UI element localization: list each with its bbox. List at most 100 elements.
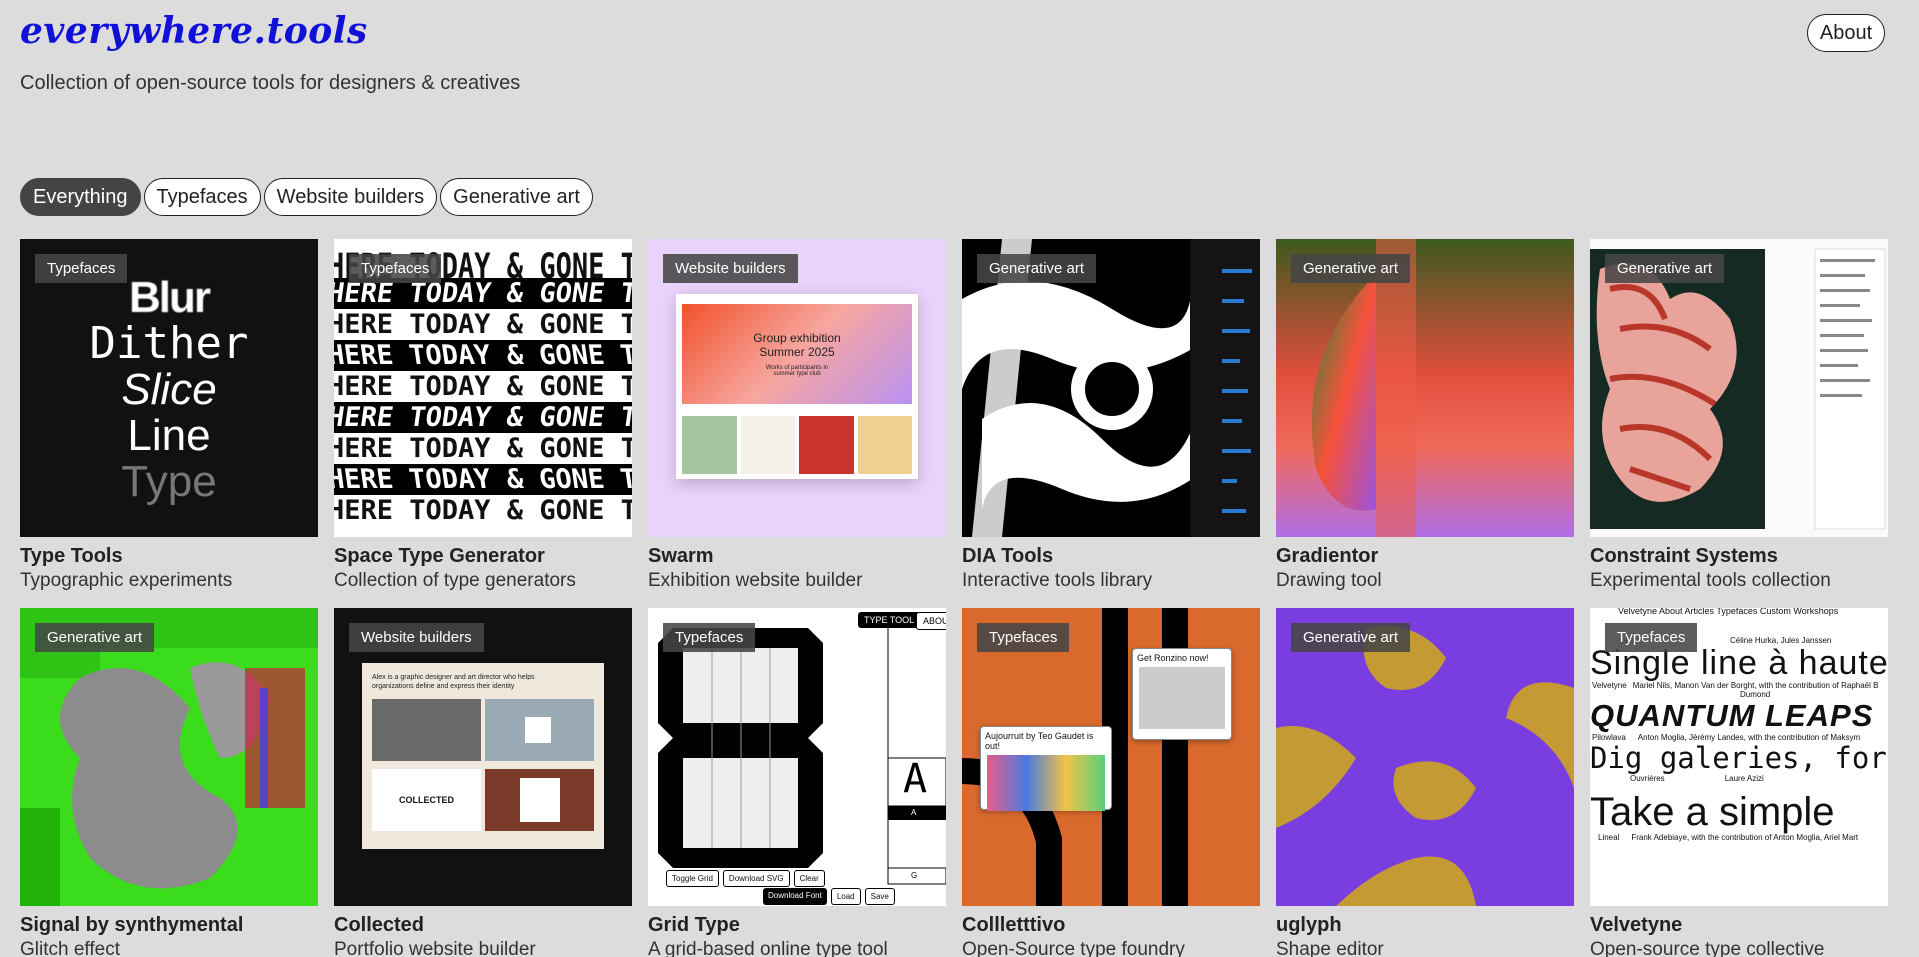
site-tagline: Collection of open-source tools for desi…	[20, 72, 521, 94]
card-thumbnail: Typefaces Get Ronzino now! Aujourruit by…	[962, 608, 1260, 906]
card-title: Velvetyne	[1590, 914, 1683, 936]
card-gradientor[interactable]: Generative art Gradientor Drawing tool	[1276, 239, 1574, 592]
grid-type-letter: A	[903, 756, 928, 802]
card-velvetyne[interactable]: Typefaces Velvetyne About Articles Typef…	[1590, 608, 1888, 957]
card-subtitle: Exhibition website builder	[648, 570, 863, 591]
category-badge: Typefaces	[349, 254, 442, 283]
card-uglyph[interactable]: Generative art uglyph Shape editor	[1276, 608, 1574, 957]
card-subtitle: Drawing tool	[1276, 570, 1382, 591]
uglyph-artwork	[1276, 608, 1574, 906]
card-thumbnail: Typefaces HERE TODAY & GONE TOMORROW HER…	[334, 239, 632, 537]
category-badge: Generative art	[35, 623, 155, 652]
toggle-grid-button[interactable]: Toggle Grid	[666, 870, 719, 887]
card-subtitle: Typographic experiments	[20, 570, 233, 591]
download-svg-button[interactable]: Download SVG	[722, 870, 790, 887]
card-grid-type[interactable]: Typefaces TYPE TOOL ABOUT A A G Toggle G…	[648, 608, 946, 957]
category-badge: Generative art	[1291, 254, 1411, 283]
swarm-preview: Group exhibition Summer 2025 Works of pa…	[676, 294, 918, 479]
save-button[interactable]: Save	[864, 888, 895, 905]
card-subtitle: Open-source type collective	[1590, 939, 1825, 957]
card-dia-tools[interactable]: Generative art DIA Tools Interactive too…	[962, 239, 1260, 592]
card-subtitle: Portfolio website builder	[334, 939, 536, 957]
card-title: uglyph	[1276, 914, 1342, 936]
card-thumbnail: Generative art	[20, 608, 318, 906]
card-title: Collected	[334, 914, 425, 936]
card-thumbnail: Generative art	[1276, 239, 1574, 537]
about-button[interactable]: About	[1807, 14, 1885, 52]
card-title: Grid Type	[648, 914, 740, 936]
category-badge: Generative art	[1291, 623, 1411, 652]
collected-intro: Alex is a graphic designer and art direc…	[372, 674, 535, 690]
colletttivo-note-ronzino[interactable]: Get Ronzino now!	[1132, 648, 1232, 740]
category-badge: Typefaces	[35, 254, 128, 283]
card-collected[interactable]: Website builders Alex is a graphic desig…	[334, 608, 632, 957]
download-font-button[interactable]: Download Font	[763, 888, 827, 905]
grid-type-artwork	[658, 628, 946, 885]
thumb-text-type: Type	[121, 457, 217, 506]
card-constraint-systems[interactable]: Generative art Constraint Systems Experi…	[1590, 239, 1888, 592]
filter-everything[interactable]: Everything	[20, 178, 141, 216]
category-badge: Generative art	[977, 254, 1097, 283]
tools-grid: Typefaces Blur Dither Slice Line Type Ty…	[20, 239, 1888, 957]
grid-type-tab-about[interactable]: ABOUT	[916, 612, 946, 630]
card-subtitle: Collection of type generators	[334, 570, 576, 591]
category-badge: Generative art	[1605, 254, 1725, 283]
grid-type-cell-g: G	[911, 871, 918, 880]
gradientor-artwork	[1311, 239, 1416, 537]
thumb-text-dither: Dither	[89, 318, 249, 369]
card-thumbnail: Generative art	[962, 239, 1260, 537]
card-title: Signal by synthymental	[20, 914, 244, 936]
card-type-tools[interactable]: Typefaces Blur Dither Slice Line Type Ty…	[20, 239, 318, 592]
card-space-type-generator[interactable]: Typefaces HERE TODAY & GONE TOMORROW HER…	[334, 239, 632, 592]
filter-website-builders[interactable]: Website builders	[263, 178, 438, 216]
card-title: Space Type Generator	[334, 545, 545, 567]
site-logo[interactable]: everywhere.tools	[20, 10, 368, 52]
filter-typefaces[interactable]: Typefaces	[143, 178, 261, 216]
card-title: DIA Tools	[962, 545, 1054, 567]
constraint-artwork	[1590, 248, 1886, 530]
space-type-lines: HERE TODAY & GONE TOMORROW HERE TODAY & …	[334, 247, 632, 526]
category-badge: Website builders	[663, 254, 798, 283]
swarm-subline: Works of participants in summer type clu…	[765, 365, 829, 377]
card-thumbnail: Typefaces TYPE TOOL ABOUT A A G Toggle G…	[648, 608, 946, 906]
card-thumbnail: Typefaces Blur Dither Slice Line Type	[20, 239, 318, 537]
card-thumbnail: Website builders Group exhibition Summer…	[648, 239, 946, 537]
card-subtitle: Glitch effect	[20, 939, 120, 957]
card-title: Swarm	[648, 545, 714, 567]
card-subtitle: Shape editor	[1276, 939, 1384, 957]
card-colletttivo[interactable]: Typefaces Get Ronzino now! Aujourruit by…	[962, 608, 1260, 957]
card-subtitle: Open-Source type foundry	[962, 939, 1185, 957]
card-title: Gradientor	[1276, 545, 1379, 567]
swarm-headline-2: Summer 2025	[759, 345, 835, 359]
category-badge: Typefaces	[663, 623, 756, 652]
grid-type-tab-type-tool[interactable]: TYPE TOOL	[858, 612, 921, 628]
card-subtitle: Experimental tools collection	[1590, 570, 1831, 591]
thumb-text-line: Line	[127, 411, 211, 460]
card-thumbnail: Website builders Alex is a graphic desig…	[334, 608, 632, 906]
colletttivo-note-aujourruit[interactable]: Aujourruit by Teo Gaudet is out!	[980, 726, 1112, 811]
velvetyne-nav: Velvetyne About Articles Typefaces Custo…	[1618, 608, 1839, 616]
clear-button[interactable]: Clear	[793, 870, 825, 887]
collected-bag-text: COLLECTED	[399, 795, 454, 805]
card-title: Type Tools	[20, 545, 123, 567]
category-badge: Typefaces	[1605, 623, 1698, 652]
card-subtitle: Interactive tools library	[962, 570, 1153, 591]
swarm-headline: Group exhibition	[753, 331, 841, 345]
card-title: Constraint Systems	[1590, 545, 1778, 567]
signal-artwork	[20, 608, 318, 906]
filter-generative-art[interactable]: Generative art	[440, 178, 593, 216]
category-badge: Typefaces	[977, 623, 1070, 652]
card-swarm[interactable]: Website builders Group exhibition Summer…	[648, 239, 946, 592]
card-thumbnail: Typefaces Velvetyne About Articles Typef…	[1590, 608, 1888, 906]
grid-type-cell-a: A	[911, 808, 917, 817]
card-subtitle: A grid-based online type tool	[648, 939, 888, 957]
card-thumbnail: Generative art	[1590, 239, 1888, 537]
collected-preview: Alex is a graphic designer and art direc…	[362, 663, 604, 849]
load-button[interactable]: Load	[830, 888, 861, 905]
card-thumbnail: Generative art	[1276, 608, 1574, 906]
card-title: Collletttivo	[962, 914, 1066, 936]
card-signal[interactable]: Generative art Signal by synthymental Gl…	[20, 608, 318, 957]
category-badge: Website builders	[349, 623, 484, 652]
thumb-text-slice: Slice	[121, 365, 217, 414]
filter-bar: Everything Typefaces Website builders Ge…	[20, 178, 593, 216]
